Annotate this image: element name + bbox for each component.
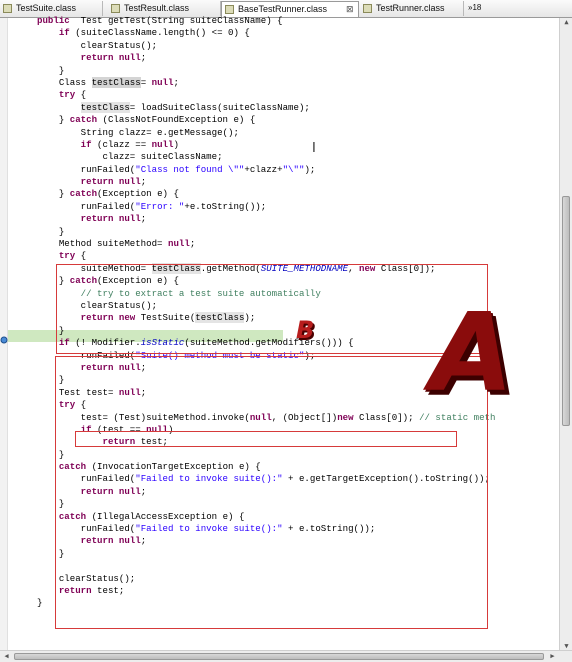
- breakpoint-marker-icon[interactable]: [0, 330, 8, 344]
- class-file-icon: [111, 4, 120, 13]
- vertical-scroll-thumb[interactable]: [562, 196, 570, 426]
- code-line[interactable]: Method suiteMethod= null;: [37, 238, 495, 250]
- code-line[interactable]: return null;: [37, 52, 495, 64]
- code-line[interactable]: }: [37, 65, 495, 77]
- scroll-down-icon[interactable]: ▼: [560, 642, 572, 650]
- vertical-scrollbar[interactable]: ▲ ▼: [559, 18, 572, 650]
- code-line[interactable]: if (clazz == null): [37, 139, 495, 151]
- horizontal-scroll-thumb[interactable]: [14, 653, 544, 660]
- tab-testrunner[interactable]: TestRunner.class: [360, 1, 464, 16]
- annotation-label-b: B: [296, 316, 315, 344]
- annotation-label-a: A: [430, 291, 514, 416]
- class-file-icon: [363, 4, 372, 13]
- horizontal-scrollbar[interactable]: ◀ ▶: [0, 650, 572, 662]
- tab-testsuite[interactable]: TestSuite.class: [0, 1, 103, 16]
- highlight-box-b: [56, 264, 488, 354]
- tab-testresult[interactable]: TestResult.class: [108, 1, 221, 16]
- code-line[interactable]: } catch (ClassNotFoundException e) {: [37, 114, 495, 126]
- code-line[interactable]: try {: [37, 89, 495, 101]
- tab-label: TestRunner.class: [376, 3, 445, 13]
- tab-overflow-button[interactable]: »18: [468, 1, 481, 16]
- scroll-left-icon[interactable]: ◀: [0, 652, 13, 660]
- code-line[interactable]: try {: [37, 250, 495, 262]
- tab-label: BaseTestRunner.class: [238, 4, 328, 14]
- highlight-box-a: [55, 356, 488, 629]
- code-line[interactable]: public Test getTest(String suiteClassNam…: [37, 15, 495, 27]
- text-cursor-icon: I: [312, 141, 316, 156]
- code-line[interactable]: clearStatus();: [37, 40, 495, 52]
- code-line[interactable]: } catch(Exception e) {: [37, 188, 495, 200]
- highlight-box-invoke-line: [75, 431, 457, 447]
- code-line[interactable]: }: [37, 226, 495, 238]
- code-line[interactable]: clazz= suiteClassName;: [37, 151, 495, 163]
- tab-label: TestResult.class: [124, 3, 190, 13]
- code-line[interactable]: String clazz= e.getMessage();: [37, 127, 495, 139]
- code-line[interactable]: if (suiteClassName.length() <= 0) {: [37, 27, 495, 39]
- code-line[interactable]: runFailed("Error: "+e.toString());: [37, 201, 495, 213]
- code-line[interactable]: return null;: [37, 176, 495, 188]
- code-line[interactable]: return null;: [37, 213, 495, 225]
- code-line[interactable]: testClass= loadSuiteClass(suiteClassName…: [37, 101, 495, 114]
- tab-label: TestSuite.class: [16, 3, 77, 13]
- class-file-icon: [225, 5, 234, 14]
- class-file-icon: [3, 4, 12, 13]
- scroll-right-icon[interactable]: ▶: [546, 652, 559, 660]
- code-line[interactable]: runFailed("Class not found \""+clazz+"\"…: [37, 164, 495, 176]
- scroll-up-icon[interactable]: ▲: [560, 18, 572, 26]
- code-line[interactable]: Class testClass= null;: [37, 76, 495, 89]
